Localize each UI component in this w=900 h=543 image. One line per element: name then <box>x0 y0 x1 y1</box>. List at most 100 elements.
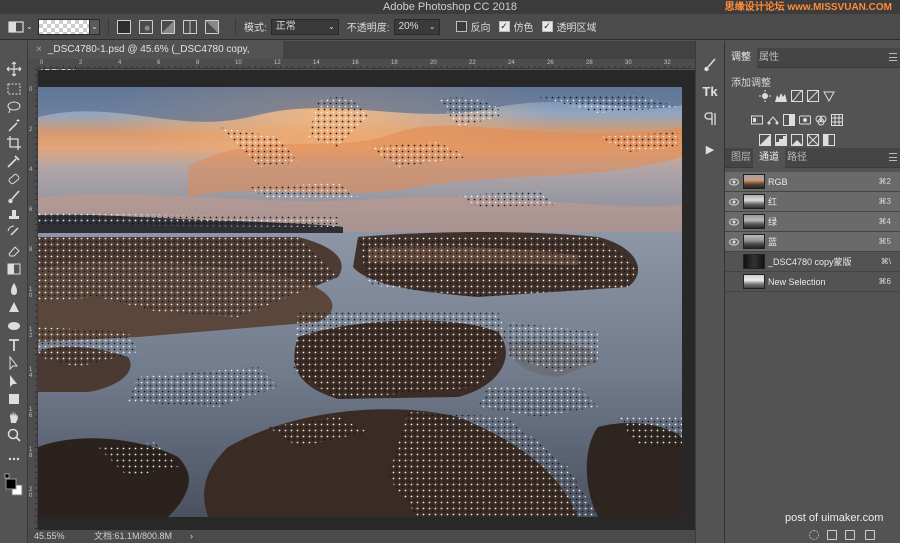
color-balance-icon[interactable] <box>767 114 779 126</box>
photo-filter-icon[interactable] <box>799 114 811 126</box>
eraser-tool-icon[interactable] <box>4 243 24 259</box>
divider <box>108 17 109 36</box>
selective-color-icon[interactable] <box>807 134 819 146</box>
exposure-icon[interactable] <box>807 90 819 102</box>
zoom-level[interactable]: 45.55% <box>34 530 65 543</box>
posterize-icon[interactable] <box>775 134 787 146</box>
channels-footer <box>725 528 900 543</box>
levels-icon[interactable] <box>775 90 787 102</box>
canvas-area[interactable] <box>38 70 720 530</box>
site-watermark: 思缘设计论坛 www.MISSVUAN.COM <box>724 2 892 13</box>
channel-row-blue[interactable]: 蓝 ⌘5 <box>725 232 900 252</box>
eye-icon[interactable] <box>729 237 739 247</box>
ruler-tick-label: 6 <box>157 60 161 66</box>
brush-settings-icon[interactable] <box>700 57 720 75</box>
trash-icon[interactable] <box>865 530 875 540</box>
paragraph-icon[interactable] <box>700 111 720 129</box>
invert-icon[interactable] <box>759 134 771 146</box>
channel-row-layer-mask[interactable]: _DSC4780 copy蒙版 ⌘\ <box>725 252 900 272</box>
play-icon[interactable]: ▶ <box>700 141 720 159</box>
ruler-tick-label: 8 <box>196 60 200 66</box>
preset-dropdown-arrow-icon[interactable]: ⌄ <box>26 22 33 31</box>
marquee-tool-icon[interactable] <box>4 81 24 97</box>
brightness-contrast-icon[interactable] <box>759 90 771 102</box>
load-selection-icon[interactable] <box>809 530 819 540</box>
edit-toolbar-icon[interactable] <box>4 451 24 467</box>
visibility-toggle[interactable] <box>729 277 739 287</box>
gradient-picker-arrow-icon[interactable]: ⌄ <box>90 18 100 35</box>
color-lookup-icon[interactable] <box>831 114 843 126</box>
healing-brush-tool-icon[interactable] <box>4 171 24 187</box>
reverse-checkbox[interactable] <box>455 21 467 32</box>
close-icon[interactable]: × <box>36 44 42 55</box>
document-tabs: × _DSC4780-1.psd @ 45.6% (_DSC4780 copy, … <box>28 41 720 73</box>
save-selection-icon[interactable] <box>827 530 837 540</box>
eye-icon[interactable] <box>729 217 739 227</box>
gradient-preview[interactable] <box>38 18 90 35</box>
vertical-ruler[interactable]: 0 2 4 6 8 1 0 1 2 1 4 1 6 1 8 2 0 <box>28 69 38 530</box>
crop-tool-icon[interactable] <box>4 135 24 151</box>
black-white-icon[interactable] <box>783 114 795 126</box>
zoom-tool-icon[interactable] <box>4 427 24 443</box>
ruler-origin[interactable] <box>28 59 38 69</box>
clone-stamp-tool-icon[interactable] <box>4 207 24 223</box>
channel-row-new-selection[interactable]: New Selection ⌘6 <box>725 272 900 292</box>
radial-gradient-button[interactable] <box>139 19 153 34</box>
opacity-label: 不透明度: <box>346 23 390 34</box>
ruler-tick-label: 1 4 <box>29 367 33 379</box>
character-icon[interactable]: Tk <box>700 83 720 101</box>
panel-menu-icon[interactable] <box>889 153 897 161</box>
ruler-tick-label: 1 6 <box>29 407 33 419</box>
channel-row-rgb[interactable]: RGB ⌘2 <box>725 172 900 192</box>
curves-icon[interactable] <box>791 90 803 102</box>
brush-tool-icon[interactable] <box>4 189 24 205</box>
history-brush-tool-icon[interactable] <box>4 225 24 241</box>
channel-thumbnail <box>743 214 765 229</box>
threshold-icon[interactable] <box>791 134 803 146</box>
gradient-tool-preset-icon[interactable] <box>8 19 24 35</box>
horizontal-ruler[interactable]: 0 2 4 6 8 10 12 14 16 18 20 22 24 26 28 30 32 <box>38 59 720 69</box>
eye-icon[interactable] <box>729 177 739 187</box>
channel-row-green[interactable]: 绿 ⌘4 <box>725 212 900 232</box>
rectangle-tool-icon[interactable] <box>4 391 24 407</box>
reflected-gradient-button[interactable] <box>183 19 197 34</box>
foreground-background-color-icon[interactable] <box>4 473 24 503</box>
hue-saturation-icon[interactable] <box>751 114 763 126</box>
tab-properties[interactable]: 属性 <box>753 48 785 68</box>
ruler-tick-label: 28 <box>586 60 593 66</box>
vibrance-icon[interactable] <box>823 90 835 102</box>
gradient-map-icon[interactable] <box>823 134 835 146</box>
angle-gradient-button[interactable] <box>161 19 175 34</box>
pen-tool-icon[interactable] <box>4 317 24 333</box>
blur-tool-icon[interactable] <box>4 281 24 297</box>
linear-gradient-button[interactable] <box>117 19 131 34</box>
channels-panel: 图层 通道 路径 RGB ⌘2 红 ⌘3 绿 ⌘4 蓝 ⌘5 _DSC4780 … <box>725 148 900 543</box>
channel-mixer-icon[interactable] <box>815 114 827 126</box>
type-tool-icon[interactable] <box>4 337 24 353</box>
diamond-gradient-button[interactable] <box>205 19 219 34</box>
add-adjustment-label: 添加调整 <box>731 78 771 89</box>
path-selection-tool-icon[interactable] <box>4 355 24 371</box>
move-tool-icon[interactable] <box>4 61 24 77</box>
transparency-checkbox[interactable]: ✓ <box>541 21 553 32</box>
path-selection-arrow-icon[interactable] <box>4 373 24 389</box>
dodge-tool-icon[interactable] <box>4 299 24 315</box>
eyedropper-tool-icon[interactable] <box>4 153 24 169</box>
status-menu-arrow-icon[interactable]: › <box>190 530 193 543</box>
visibility-toggle[interactable] <box>729 257 739 267</box>
magic-wand-tool-icon[interactable] <box>4 117 24 133</box>
mode-select[interactable]: 正常 ⌄ <box>270 18 339 35</box>
eye-icon[interactable] <box>729 197 739 207</box>
opacity-input[interactable]: 20% ⌄ <box>393 18 440 35</box>
panel-menu-icon[interactable] <box>889 53 897 61</box>
tab-paths[interactable]: 路径 <box>781 148 813 168</box>
hand-tool-icon[interactable] <box>4 409 24 425</box>
new-channel-icon[interactable] <box>845 530 855 540</box>
document-image[interactable] <box>38 87 682 517</box>
channel-row-red[interactable]: 红 ⌘3 <box>725 192 900 212</box>
gradient-tool-icon[interactable] <box>4 261 24 277</box>
dither-checkbox[interactable]: ✓ <box>498 21 510 32</box>
document-tab[interactable]: × _DSC4780-1.psd @ 45.6% (_DSC4780 copy, … <box>28 41 283 73</box>
lasso-tool-icon[interactable] <box>4 99 24 115</box>
ruler-tick-label: 30 <box>625 60 632 66</box>
